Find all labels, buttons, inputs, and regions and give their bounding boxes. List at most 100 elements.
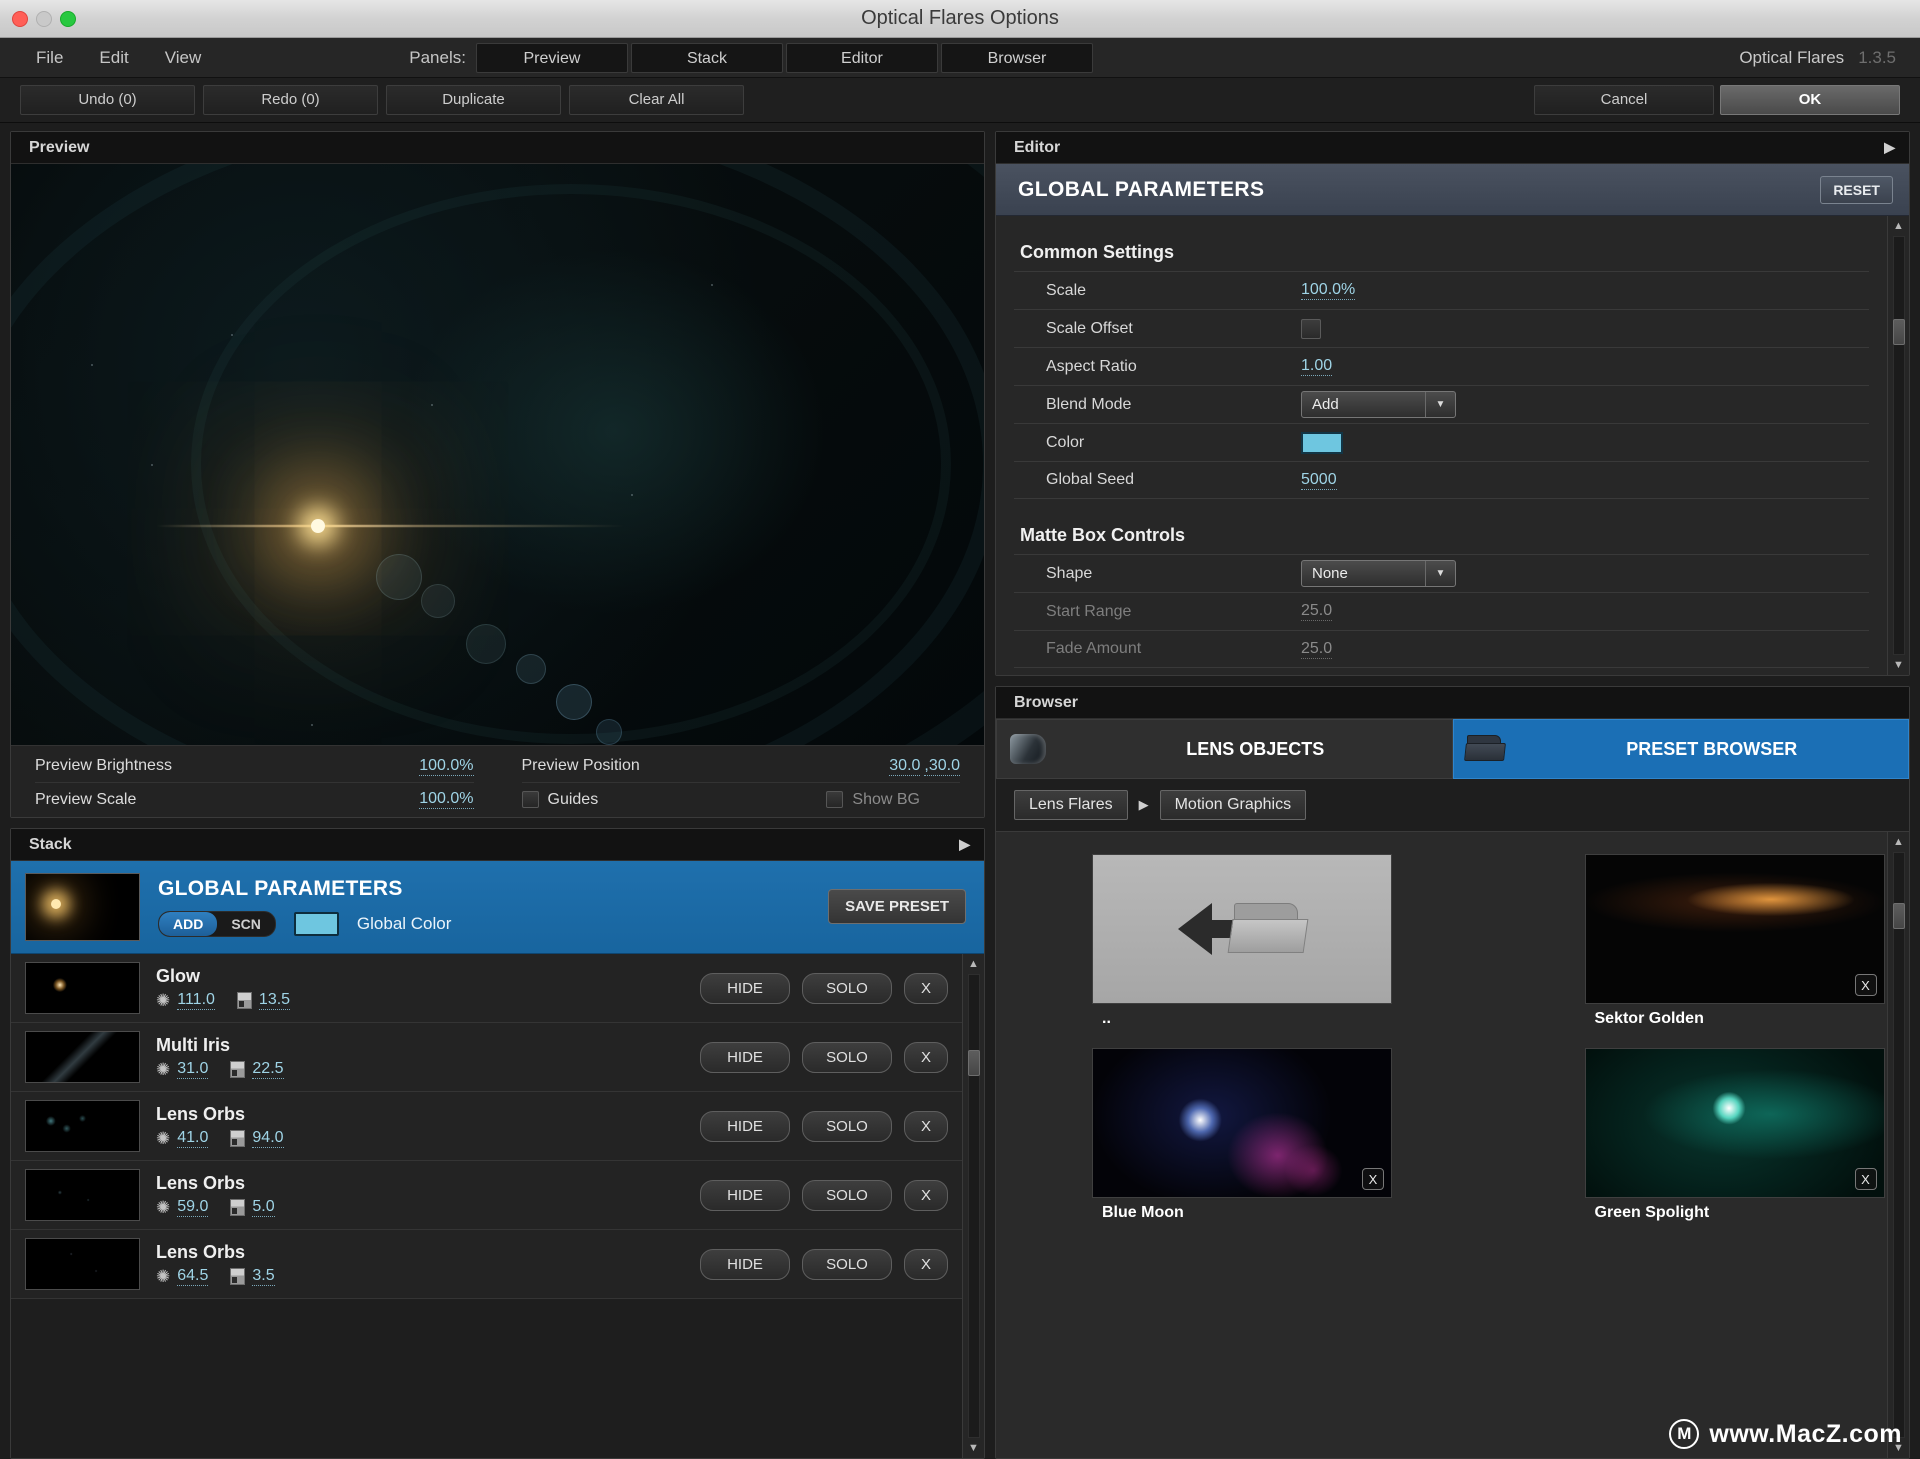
solo-button[interactable]: SOLO (802, 1180, 892, 1211)
scroll-down-icon[interactable]: ▼ (1893, 659, 1904, 671)
scroll-up-icon[interactable]: ▲ (968, 958, 979, 970)
preview-brightness-value[interactable]: 100.0% (419, 757, 473, 776)
breadcrumb-lens-flares[interactable]: Lens Flares (1014, 790, 1128, 820)
item-size-value[interactable]: 13.5 (259, 991, 290, 1010)
duplicate-button[interactable]: Duplicate (386, 85, 561, 115)
preview-render[interactable] (11, 164, 984, 745)
stack-list-item[interactable]: Lens Orbs ✺ 41.0 94.0 (11, 1092, 962, 1161)
redo-button[interactable]: Redo (0) (203, 85, 378, 115)
stack-scrollbar[interactable]: ▲ ▼ (962, 954, 984, 1458)
solo-button[interactable]: SOLO (802, 1249, 892, 1280)
tab-lens-objects[interactable]: LENS OBJECTS (996, 719, 1453, 779)
item-brightness-value[interactable]: 59.0 (177, 1198, 208, 1217)
ok-button[interactable]: OK (1720, 85, 1900, 115)
scroll-thumb[interactable] (1893, 319, 1905, 345)
global-color-picker[interactable] (1301, 432, 1343, 454)
scroll-track[interactable] (1893, 852, 1905, 1438)
scroll-thumb[interactable] (968, 1050, 980, 1076)
tab-browser[interactable]: Browser (941, 43, 1093, 73)
hide-button[interactable]: HIDE (700, 973, 790, 1004)
show-bg-checkbox[interactable] (826, 791, 843, 808)
preview-position-x[interactable]: 30.0 (889, 757, 920, 776)
save-preset-button[interactable]: SAVE PRESET (828, 889, 966, 924)
preset-item[interactable]: X Green Spolight (1585, 1048, 1885, 1238)
stack-global-row[interactable]: GLOBAL PARAMETERS ADD SCN Global Color S… (11, 861, 984, 954)
scroll-track[interactable] (968, 974, 980, 1438)
hide-button[interactable]: HIDE (700, 1249, 790, 1280)
preset-item[interactable]: X Blue Moon (1092, 1048, 1392, 1238)
cancel-button[interactable]: Cancel (1534, 85, 1714, 115)
preset-thumbnail-blue-moon[interactable]: X (1092, 1048, 1392, 1198)
menu-file[interactable]: File (18, 38, 81, 78)
reset-button[interactable]: RESET (1820, 176, 1893, 204)
clear-all-button[interactable]: Clear All (569, 85, 744, 115)
item-brightness-value[interactable]: 64.5 (177, 1267, 208, 1286)
menu-edit[interactable]: Edit (81, 38, 146, 78)
solo-button[interactable]: SOLO (802, 973, 892, 1004)
preset-remove-button[interactable]: X (1362, 1168, 1384, 1190)
preview-position-y[interactable]: ,30.0 (924, 757, 960, 776)
hide-button[interactable]: HIDE (700, 1111, 790, 1142)
scroll-up-icon[interactable]: ▲ (1893, 220, 1904, 232)
stack-list-item[interactable]: Lens Orbs ✺ 64.5 3.5 (11, 1230, 962, 1299)
stack-panel: Stack ▶ GLOBAL PARAMETERS ADD SCN (10, 828, 985, 1459)
stack-list-item[interactable]: Glow ✺ 111.0 13.5 (11, 954, 962, 1023)
preset-thumbnail-up[interactable] (1092, 854, 1392, 1004)
close-icon[interactable] (12, 11, 28, 27)
stack-list-item[interactable]: Multi Iris ✺ 31.0 22.5 (11, 1023, 962, 1092)
preset-remove-button[interactable]: X (1855, 1168, 1877, 1190)
menu-view[interactable]: View (147, 38, 220, 78)
preset-thumbnail-sektor[interactable]: X (1585, 854, 1885, 1004)
blend-mode-select[interactable]: Add ▼ (1301, 391, 1456, 418)
item-brightness-value[interactable]: 111.0 (177, 991, 215, 1010)
chevron-right-icon[interactable]: ▶ (959, 836, 970, 853)
blend-scn-option[interactable]: SCN (217, 912, 275, 936)
preset-item[interactable]: .. (1092, 854, 1392, 1044)
scroll-track[interactable] (1893, 236, 1905, 655)
tab-editor[interactable]: Editor (786, 43, 938, 73)
param-value[interactable]: 100.0% (1301, 281, 1355, 300)
item-brightness-value[interactable]: 31.0 (177, 1060, 208, 1079)
tab-stack[interactable]: Stack (631, 43, 783, 73)
breadcrumb-motion-graphics[interactable]: Motion Graphics (1160, 790, 1307, 820)
preset-item[interactable]: X Sektor Golden (1585, 854, 1885, 1044)
stack-list-item[interactable]: Lens Orbs ✺ 59.0 5.0 (11, 1161, 962, 1230)
scroll-down-icon[interactable]: ▼ (968, 1442, 979, 1454)
guides-checkbox[interactable] (522, 791, 539, 808)
editor-scrollbar[interactable]: ▲ ▼ (1887, 216, 1909, 675)
param-value[interactable]: 1.00 (1301, 357, 1332, 376)
browser-panel: Browser LENS OBJECTS PRESET BROWSER (995, 686, 1910, 1459)
preset-remove-button[interactable]: X (1855, 974, 1877, 996)
solo-button[interactable]: SOLO (802, 1042, 892, 1073)
zoom-icon[interactable] (60, 11, 76, 27)
tab-preview[interactable]: Preview (476, 43, 628, 73)
preview-scale-value[interactable]: 100.0% (419, 790, 473, 809)
browser-scrollbar[interactable]: ▲ ▼ (1887, 832, 1909, 1458)
solo-button[interactable]: SOLO (802, 1111, 892, 1142)
preset-thumbnail-green-spolight[interactable]: X (1585, 1048, 1885, 1198)
hide-button[interactable]: HIDE (700, 1042, 790, 1073)
hide-button[interactable]: HIDE (700, 1180, 790, 1211)
tab-preset-browser[interactable]: PRESET BROWSER (1453, 719, 1910, 779)
remove-button[interactable]: X (904, 973, 948, 1004)
blend-add-option[interactable]: ADD (159, 912, 217, 936)
remove-button[interactable]: X (904, 1111, 948, 1142)
scale-offset-checkbox[interactable] (1301, 319, 1321, 339)
minimize-icon[interactable] (36, 11, 52, 27)
chevron-right-icon[interactable]: ▶ (1884, 139, 1895, 156)
blend-mode-toggle[interactable]: ADD SCN (158, 911, 276, 937)
param-value[interactable]: 5000 (1301, 471, 1337, 490)
shape-select[interactable]: None ▼ (1301, 560, 1456, 587)
item-size-value[interactable]: 22.5 (252, 1060, 283, 1079)
scroll-thumb[interactable] (1893, 903, 1905, 929)
remove-button[interactable]: X (904, 1249, 948, 1280)
undo-button[interactable]: Undo (0) (20, 85, 195, 115)
scroll-up-icon[interactable]: ▲ (1893, 836, 1904, 848)
global-color-swatch[interactable] (294, 912, 339, 936)
item-size-value[interactable]: 5.0 (252, 1198, 274, 1217)
item-size-value[interactable]: 94.0 (252, 1129, 283, 1148)
item-size-value[interactable]: 3.5 (252, 1267, 274, 1286)
item-brightness-value[interactable]: 41.0 (177, 1129, 208, 1148)
remove-button[interactable]: X (904, 1180, 948, 1211)
remove-button[interactable]: X (904, 1042, 948, 1073)
